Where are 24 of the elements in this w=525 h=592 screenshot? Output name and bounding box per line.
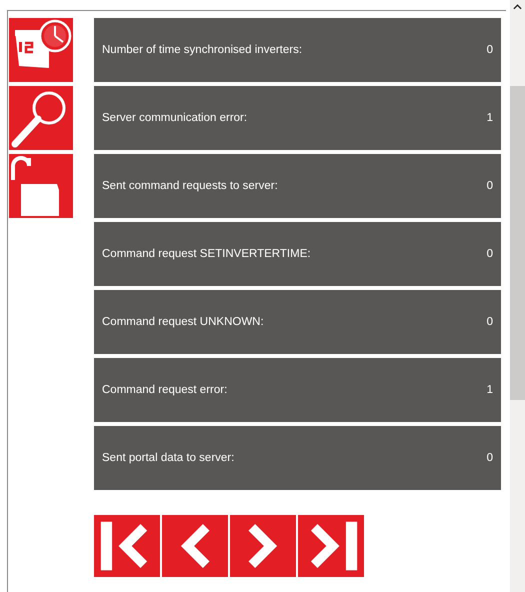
row-value: 0: [486, 316, 493, 328]
row-value: 0: [486, 180, 493, 192]
last-page-button[interactable]: [298, 515, 364, 577]
calendar-clock-icon[interactable]: [9, 18, 73, 82]
row-label: Number of time synchronised inverters:: [102, 44, 302, 56]
row-value: 0: [486, 44, 493, 56]
next-page-button[interactable]: [230, 515, 296, 577]
row-value: 1: [486, 112, 493, 124]
search-icon[interactable]: [9, 86, 73, 150]
scrollbar-thumb[interactable]: [510, 86, 525, 400]
padlock-icon[interactable]: [9, 154, 73, 218]
row-label: Command request UNKNOWN:: [102, 316, 264, 328]
row-label: Sent portal data to server:: [102, 452, 234, 464]
row-label: Command request error:: [102, 384, 228, 396]
prev-page-button[interactable]: [162, 515, 228, 577]
row-label: Sent command requests to server:: [102, 180, 278, 192]
first-page-button[interactable]: [94, 515, 160, 577]
row-label: Server communication error:: [102, 112, 248, 124]
row-value: 0: [486, 248, 493, 260]
row-label: Command request SETINVERTERTIME:: [102, 248, 311, 260]
scrollbar[interactable]: [510, 0, 525, 592]
row-value: 0: [486, 452, 493, 464]
scroll-up-icon[interactable]: [513, 4, 522, 10]
row-value: 1: [486, 384, 493, 396]
